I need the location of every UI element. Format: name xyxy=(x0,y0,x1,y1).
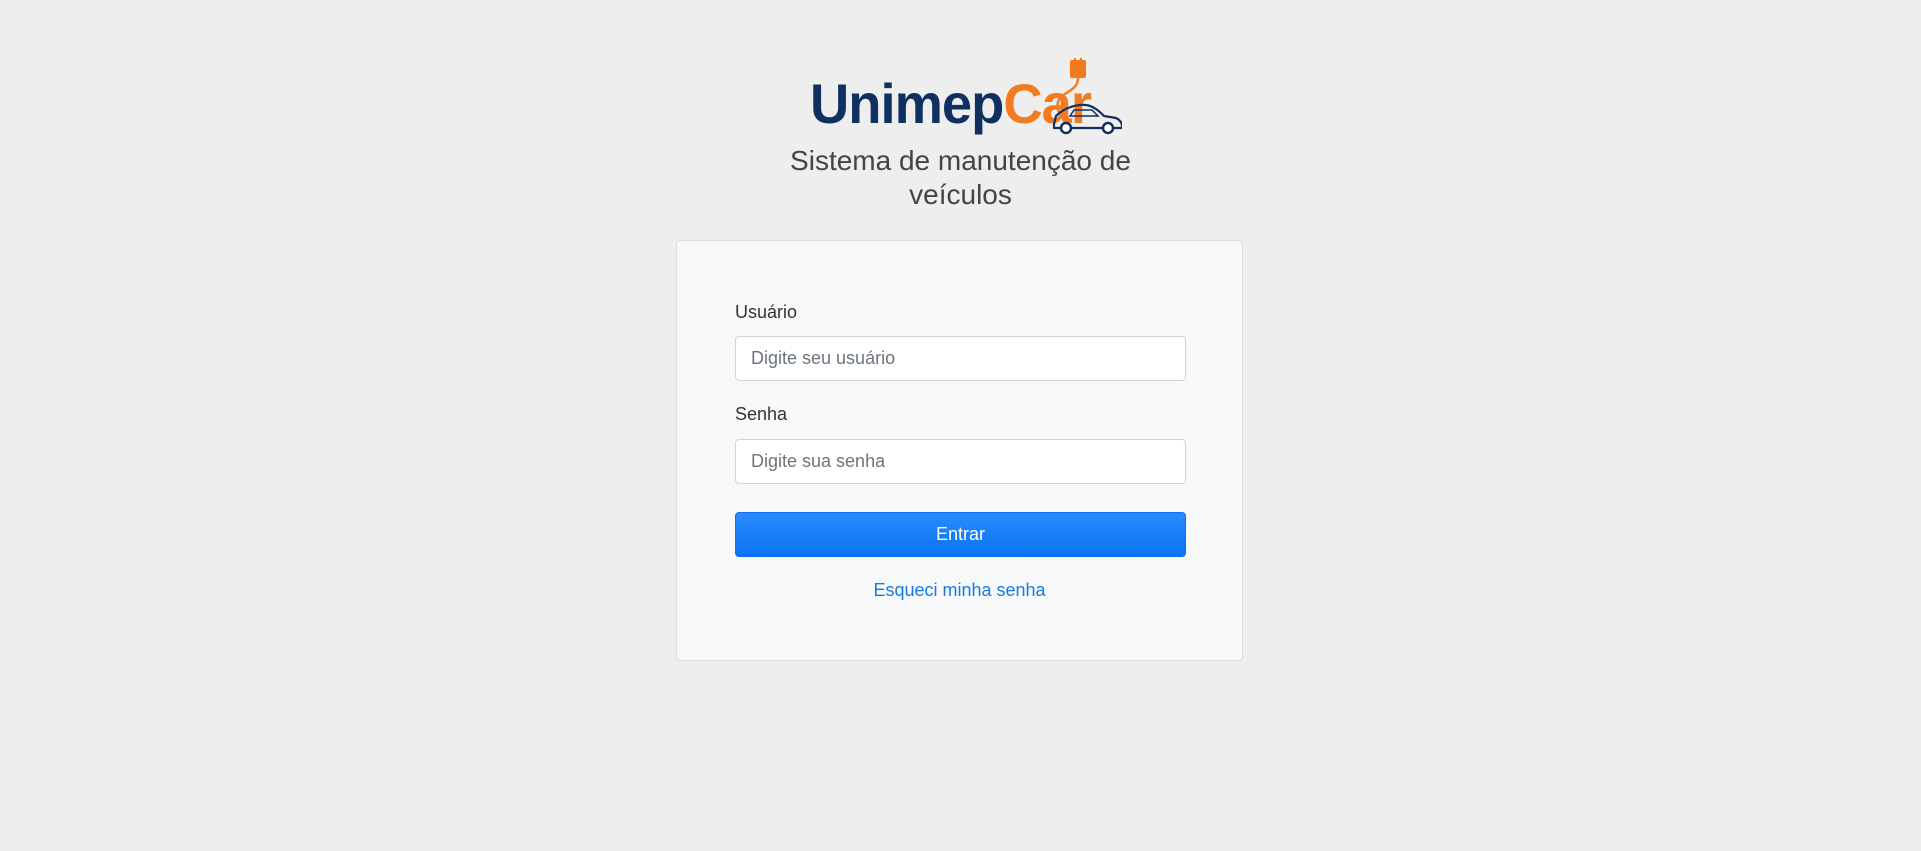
brand-logo: UnimepCar xyxy=(810,58,1122,138)
car-with-plug-icon xyxy=(1052,58,1122,135)
password-input[interactable] xyxy=(735,439,1186,484)
page-subtitle: Sistema de manutenção de veículos xyxy=(790,145,1131,210)
password-label: Senha xyxy=(735,404,788,424)
login-card: Usuário Senha Entrar Esqueci minha senha xyxy=(676,240,1243,661)
logo-text-unimep: Unimep xyxy=(810,72,1004,135)
username-input[interactable] xyxy=(735,336,1186,381)
username-label: Usuário xyxy=(735,302,798,322)
forgot-password-link[interactable]: Esqueci minha senha xyxy=(677,580,1242,601)
login-button[interactable]: Entrar xyxy=(735,512,1186,557)
